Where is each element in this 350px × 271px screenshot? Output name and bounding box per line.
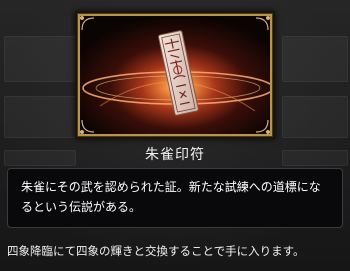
seal-charm-icon	[80, 16, 270, 134]
frame-corner-ornament	[80, 116, 98, 134]
item-detail-screen: 朱雀印符 朱雀にその武を認められた証。新たな試練への道標になるという伝説がある。…	[0, 0, 350, 271]
background-panel	[4, 96, 76, 138]
background-panel	[282, 36, 348, 82]
background-panel	[282, 96, 348, 138]
frame-corner-ornament	[252, 116, 270, 134]
item-description: 朱雀にその武を認められた証。新たな試練への道標になるという伝説がある。	[21, 180, 321, 214]
item-description-panel: 朱雀にその武を認められた証。新たな試練への道標になるという伝説がある。	[7, 168, 343, 228]
item-name: 朱雀印符	[145, 147, 205, 163]
item-image-frame	[77, 13, 273, 137]
frame-corner-ornament	[80, 16, 95, 31]
background-panel	[4, 36, 76, 82]
frame-corner-ornament	[252, 16, 270, 34]
acquisition-info: 四象降臨にて四象の輝きと交換することで手に入ります。	[7, 244, 305, 258]
